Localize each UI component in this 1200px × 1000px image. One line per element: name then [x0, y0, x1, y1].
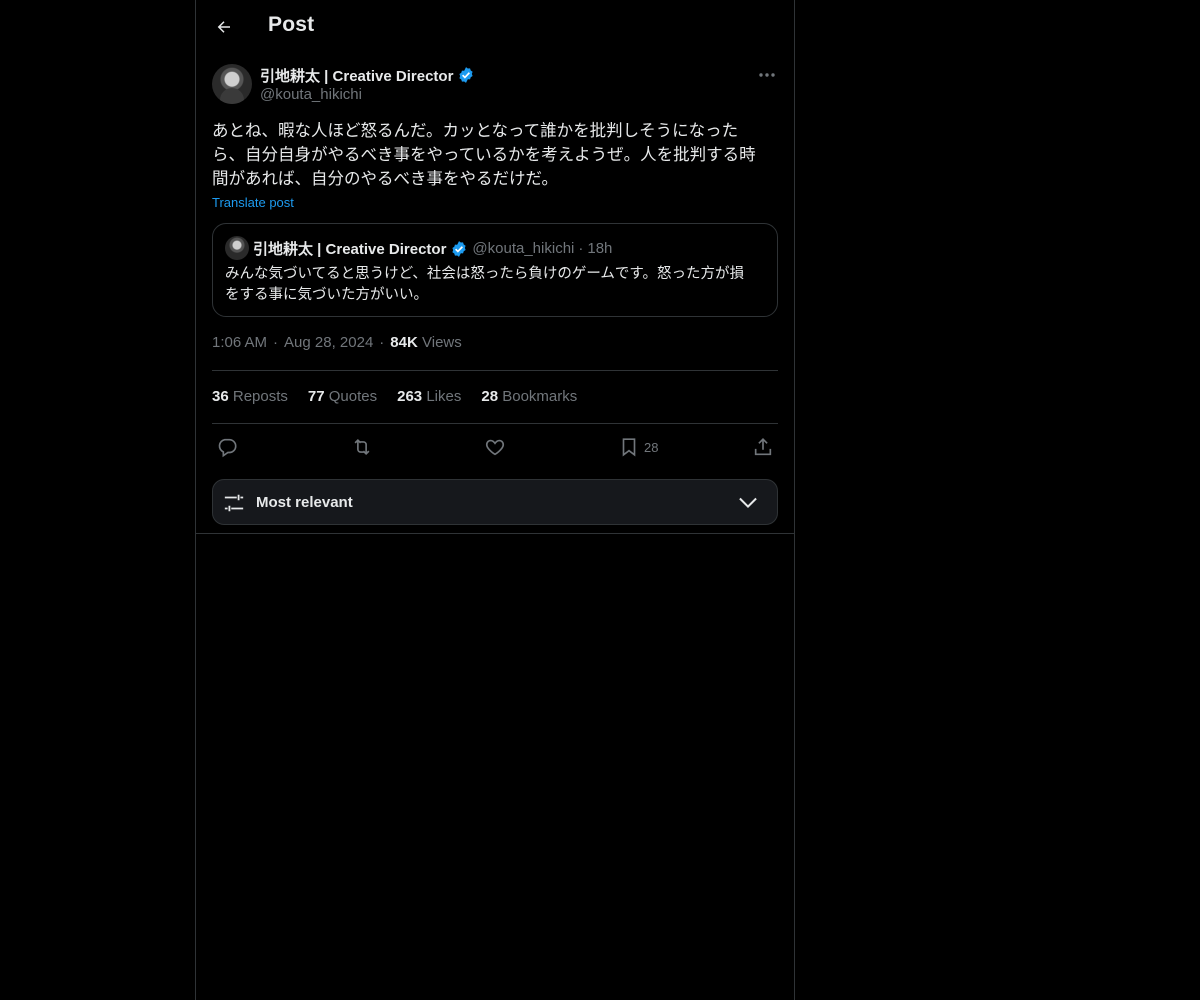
page-header: Post [196, 0, 794, 54]
repost-button[interactable] [350, 434, 374, 460]
likes-stat[interactable]: 263 Likes [397, 388, 461, 405]
reposts-stat[interactable]: 36 Reposts [212, 388, 288, 405]
views-count: 84K [390, 334, 418, 351]
views-label: Views [422, 334, 462, 351]
like-button[interactable] [484, 434, 506, 460]
engagement-stats: 36 Reposts 77 Quotes 263 Likes 28 Bookma… [212, 388, 577, 405]
quote-avatar [225, 236, 249, 260]
post-views: 84K Views [390, 334, 461, 351]
divider [196, 533, 794, 534]
quote-time: 18h [587, 240, 613, 257]
likes-label: Likes [426, 388, 462, 405]
back-button[interactable] [208, 11, 240, 43]
quote-text: みんな気づいてると思うけど、社会は怒ったら負けのゲームです。怒った方が損 をする… [225, 266, 744, 303]
post-time[interactable]: 1:06 AM [212, 334, 267, 351]
heart-icon [485, 439, 505, 456]
chevron-down-icon [739, 497, 757, 509]
verified-badge-icon[interactable] [457, 66, 475, 84]
post-date[interactable]: Aug 28, 2024 [284, 334, 373, 351]
avatar[interactable] [212, 64, 252, 104]
quote-author-name: 引地耕太 | Creative Director [253, 241, 447, 258]
reply-icon [218, 438, 237, 458]
divider [212, 423, 778, 424]
quotes-count: 77 [307, 388, 325, 405]
author-name[interactable]: 引地耕太 | Creative Director [260, 65, 453, 86]
bookmark-button[interactable]: 28 [618, 434, 658, 460]
translate-post-link[interactable]: Translate post [212, 195, 294, 210]
post-meta: 1:06 AM · Aug 28, 2024 · 84K Views [212, 334, 462, 351]
sort-replies-dropdown[interactable]: Most relevant [212, 479, 778, 525]
quote-author-handle: @kouta_hikichi [472, 240, 575, 257]
meta-separator: · [273, 334, 279, 351]
main-column: Post 引地耕太 | Creative Director @kouta_hik… [195, 0, 795, 1000]
quote-separator: · [578, 240, 584, 257]
bookmarks-stat[interactable]: 28 Bookmarks [481, 388, 577, 405]
bookmark-count: 28 [644, 439, 659, 455]
arrow-left-icon [217, 21, 230, 33]
likes-count: 263 [397, 388, 423, 405]
share-icon [754, 438, 772, 456]
post-text: あとね、暇な人ほど怒るんだ。カッとなって誰かを批判しそうになった ら、自分自身が… [212, 122, 756, 188]
verified-badge-icon [452, 240, 467, 257]
reply-button[interactable] [216, 434, 238, 460]
page-title: Post [268, 13, 315, 36]
bookmarks-label: Bookmarks [502, 388, 578, 405]
sort-label: Most relevant [256, 494, 353, 511]
quoted-post[interactable]: 引地耕太 | Creative Director @kouta_hikichi … [212, 223, 778, 317]
divider [212, 370, 778, 371]
bookmarks-count: 28 [481, 388, 499, 405]
author-info: 引地耕太 | Creative Director @kouta_hikichi [260, 65, 475, 103]
quotes-stat[interactable]: 77 Quotes [308, 388, 377, 405]
more-options-button[interactable] [756, 64, 778, 86]
sliders-icon [224, 494, 244, 512]
action-bar: 28 [212, 434, 778, 460]
bookmark-icon [622, 438, 636, 457]
reposts-label: Reposts [232, 388, 288, 405]
repost-icon [354, 438, 370, 456]
more-dots-icon [759, 73, 775, 77]
meta-separator: · [379, 334, 385, 351]
author-handle[interactable]: @kouta_hikichi [260, 86, 475, 103]
quotes-label: Quotes [328, 388, 378, 405]
share-button[interactable] [752, 434, 774, 460]
reposts-count: 36 [212, 388, 229, 405]
